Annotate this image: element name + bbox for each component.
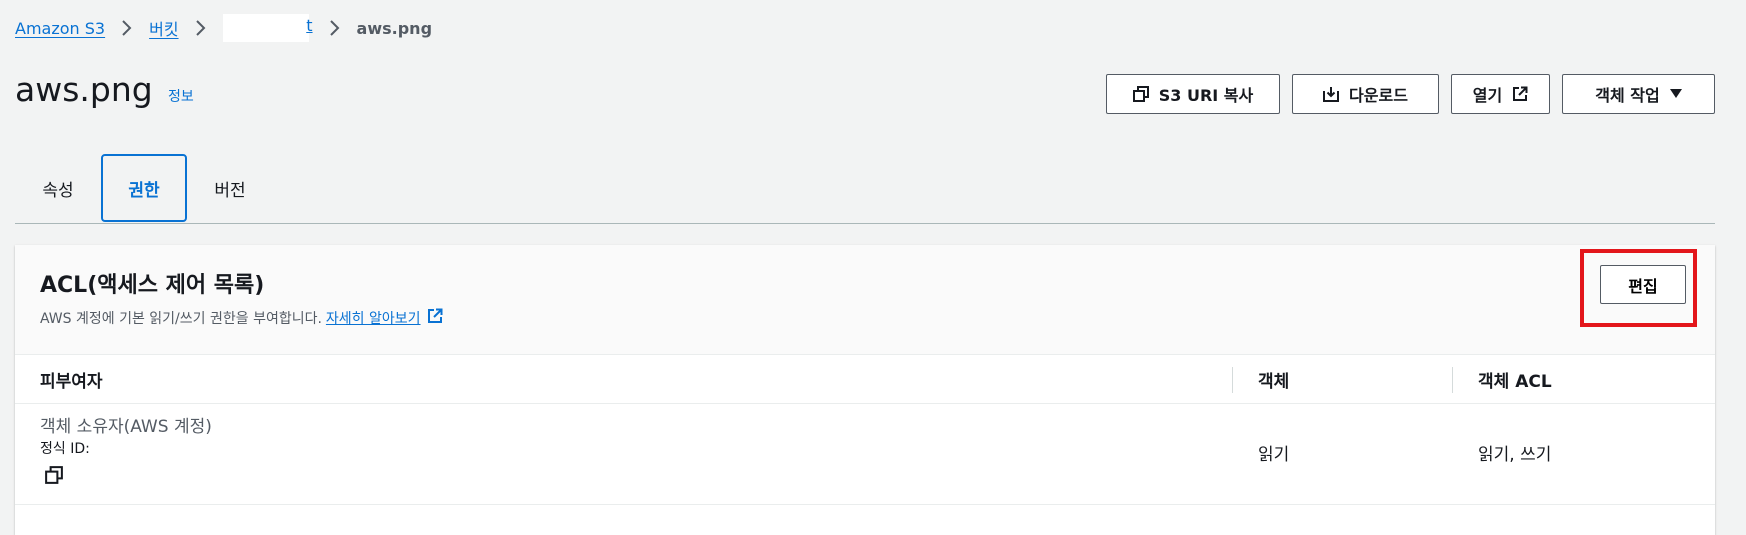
breadcrumb-current: aws.png (356, 18, 433, 38)
object-actions-button[interactable]: 객체 작업 (1562, 74, 1715, 114)
object-permission: 읽기 (1258, 445, 1290, 465)
acl-title: ACL(액세스 제어 목록) (40, 273, 265, 298)
column-header-object-acl: 객체 ACL (1478, 371, 1552, 392)
canonical-id-label: 정식 ID: (40, 441, 90, 457)
column-divider (1232, 367, 1233, 393)
tab-list: 속성 권한 버전 (15, 154, 1715, 224)
copy-icon (1132, 86, 1149, 102)
highlight-box (1580, 249, 1697, 327)
acl-table-header: 피부여자 객체 객체 ACL (15, 355, 1715, 404)
chevron-right-icon (321, 17, 349, 39)
open-button[interactable]: 열기 (1451, 74, 1550, 114)
breadcrumb-bucket-name[interactable]: t (222, 14, 313, 42)
acl-description-text: AWS 계정에 기본 읽기/쓰기 권한을 부여합니다. (40, 311, 322, 327)
breadcrumb-buckets[interactable]: 버킷 (149, 16, 178, 40)
table-row: 객체 소유자(AWS 계정) 정식 ID: 읽기 읽기, 쓰기 (15, 404, 1715, 505)
chevron-right-icon (187, 17, 215, 39)
external-link-icon (1512, 86, 1528, 102)
column-header-grantee: 피부여자 (40, 371, 103, 392)
tab-versions[interactable]: 버전 (187, 154, 273, 222)
copy-s3-uri-label: S3 URI 복사 (1158, 86, 1254, 105)
tab-permissions[interactable]: 권한 (101, 154, 187, 222)
grantee-name: 객체 소유자(AWS 계정) (40, 417, 212, 437)
object-acl-permission: 읽기, 쓰기 (1478, 445, 1552, 465)
acl-panel: ACL(액세스 제어 목록) AWS 계정에 기본 읽기/쓰기 권한을 부여합니… (15, 245, 1715, 535)
page-title: aws.png (15, 70, 153, 109)
chevron-right-icon (113, 17, 141, 39)
caret-down-icon (1669, 89, 1682, 99)
learn-more-link[interactable]: 자세히 알아보기 (326, 308, 421, 328)
download-icon (1323, 86, 1340, 102)
redaction-mask (222, 14, 309, 42)
column-divider (1452, 367, 1453, 393)
copy-icon[interactable] (45, 466, 63, 489)
copy-s3-uri-button[interactable]: S3 URI 복사 (1106, 74, 1280, 114)
download-button[interactable]: 다운로드 (1292, 74, 1439, 114)
acl-description: AWS 계정에 기본 읽기/쓰기 권한을 부여합니다. 자세히 알아보기 (40, 308, 443, 328)
breadcrumb-amazon-s3[interactable]: Amazon S3 (15, 19, 105, 38)
breadcrumb-bucket-tail[interactable]: t (306, 16, 312, 35)
acl-panel-header: ACL(액세스 제어 목록) AWS 계정에 기본 읽기/쓰기 권한을 부여합니… (15, 245, 1715, 355)
external-link-icon[interactable] (427, 308, 443, 328)
column-header-object: 객체 (1258, 371, 1290, 392)
info-link[interactable]: 정보 (168, 86, 194, 106)
breadcrumb: Amazon S3 버킷 t aws.png (15, 14, 433, 42)
download-label: 다운로드 (1349, 86, 1408, 105)
header-actions: S3 URI 복사 다운로드 열기 객체 작업 (1106, 74, 1715, 114)
object-actions-label: 객체 작업 (1595, 86, 1660, 105)
open-label: 열기 (1472, 86, 1503, 105)
tab-properties[interactable]: 속성 (15, 154, 101, 222)
